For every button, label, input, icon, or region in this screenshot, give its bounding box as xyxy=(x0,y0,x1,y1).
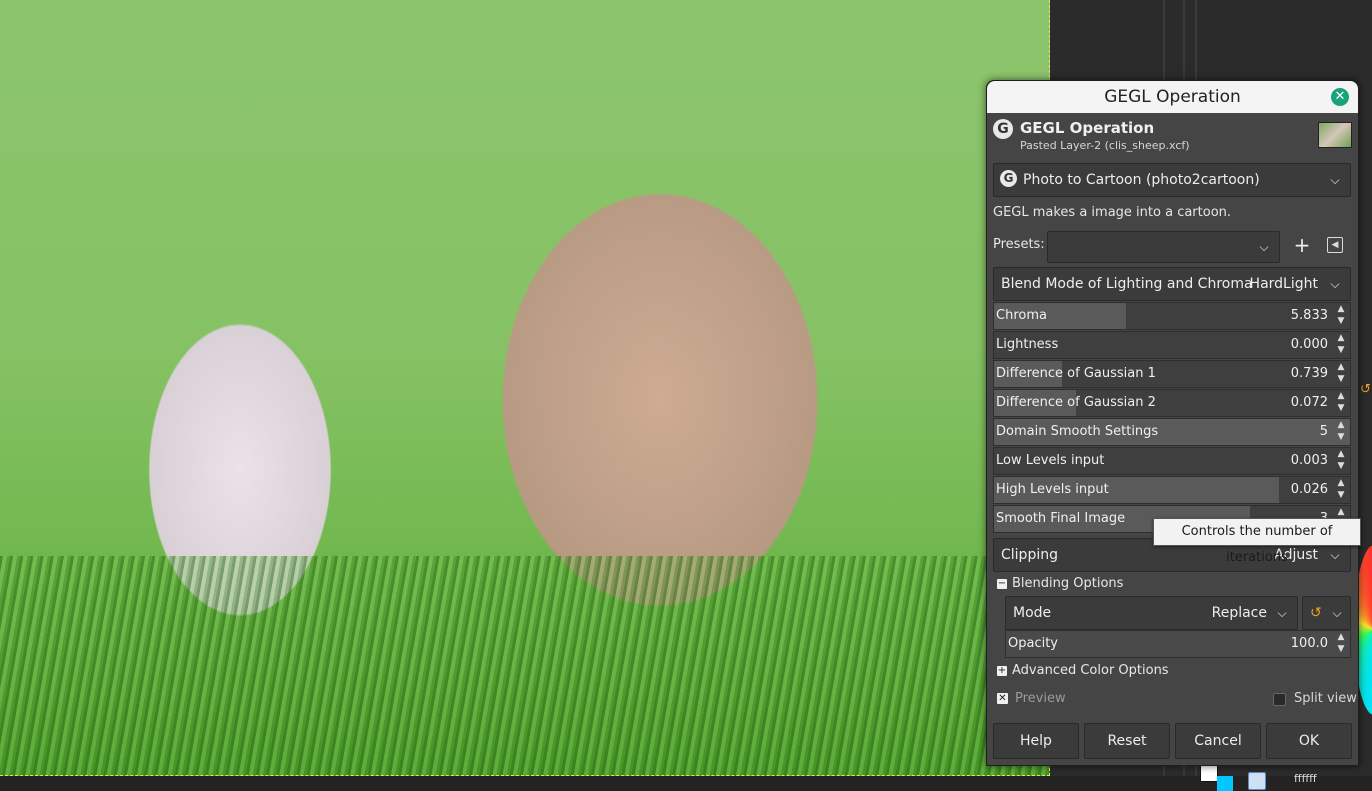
reset-icon[interactable]: ↺ xyxy=(1360,382,1371,397)
blend-mode-select[interactable]: Blend Mode of Lighting and Chroma HardLi… xyxy=(993,267,1351,301)
blending-options-expander[interactable]: Blending Options xyxy=(1012,576,1123,591)
presets-menu-icon[interactable]: ◀ xyxy=(1327,237,1343,253)
status-bar xyxy=(0,776,1372,791)
reset-button[interactable]: Reset xyxy=(1084,723,1170,759)
chevron-down-icon: ⌵ xyxy=(1332,606,1342,620)
expand-icon[interactable]: + xyxy=(997,666,1007,676)
reset-icon: ↺ xyxy=(1310,605,1322,621)
param-value[interactable]: 0.003 xyxy=(1291,453,1328,468)
chroma-spinscale[interactable]: Chroma 5.833 ▲ ▼ xyxy=(993,302,1351,330)
tooltip: Controls the number of iterations xyxy=(1153,518,1361,565)
low-levels-spinscale[interactable]: Low Levels input 0.003 ▲ ▼ xyxy=(993,447,1351,475)
domain-smooth-spinscale[interactable]: Domain Smooth Settings 5 ▲ ▼ xyxy=(993,418,1351,446)
param-label: High Levels input xyxy=(996,482,1109,497)
param-value[interactable]: 0.026 xyxy=(1291,482,1328,497)
chevron-down-icon: ⌵ xyxy=(1330,277,1340,291)
mode-select[interactable]: Mode Replace ⌵ xyxy=(1005,596,1298,630)
cancel-button[interactable]: Cancel xyxy=(1175,723,1261,759)
composite-mode-select[interactable]: ↺ ⌵ xyxy=(1302,596,1351,630)
foreground-color-swatch[interactable] xyxy=(1200,764,1218,782)
param-label: Domain Smooth Settings xyxy=(996,424,1159,439)
clipping-label: Clipping xyxy=(1001,547,1058,563)
preview-checkbox[interactable]: ✕ xyxy=(997,693,1008,704)
collapse-icon[interactable]: − xyxy=(997,579,1007,589)
gegl-logo-icon: G xyxy=(993,119,1013,139)
split-view-checkbox[interactable] xyxy=(1273,693,1286,706)
param-value[interactable]: 0.739 xyxy=(1291,366,1328,381)
spin-arrows-icon[interactable]: ▲▼ xyxy=(1334,631,1348,657)
operation-description: GEGL makes a image into a cartoon. xyxy=(993,205,1232,220)
blend-mode-label: Blend Mode of Lighting and Chroma xyxy=(1001,276,1253,292)
param-value[interactable]: 5.833 xyxy=(1291,308,1328,323)
chevron-down-icon: ⌵ xyxy=(1330,548,1340,562)
param-value[interactable]: 5 xyxy=(1320,424,1328,439)
mode-label: Mode xyxy=(1013,605,1052,621)
dog1-spinscale[interactable]: Difference of Gaussian 1 0.739 ▲ ▼ xyxy=(993,360,1351,388)
param-label: Smooth Final Image xyxy=(996,511,1126,526)
gegl-operation-dialog: GEGL Operation ✕ G GEGL Operation Pasted… xyxy=(986,80,1359,766)
ok-button[interactable]: OK xyxy=(1266,723,1352,759)
spin-arrows-icon[interactable]: ▲▼ xyxy=(1334,419,1348,445)
param-label: Difference of Gaussian 1 xyxy=(996,366,1156,381)
preview-label[interactable]: Preview xyxy=(1015,691,1066,706)
chevron-down-icon: ⌵ xyxy=(1277,606,1287,620)
opacity-spinscale[interactable]: Opacity 100.0 ▲ ▼ xyxy=(1005,630,1351,658)
background-color-swatch[interactable] xyxy=(1217,776,1233,791)
presets-select[interactable]: ⌵ xyxy=(1047,231,1280,263)
spin-arrows-icon[interactable]: ▲▼ xyxy=(1334,390,1348,416)
spin-arrows-icon[interactable]: ▲▼ xyxy=(1334,477,1348,503)
opacity-value[interactable]: 100.0 xyxy=(1291,636,1328,651)
spin-arrows-icon[interactable]: ▲▼ xyxy=(1334,303,1348,329)
presets-label: Presets: xyxy=(993,237,1045,252)
blend-mode-value: HardLight xyxy=(1249,276,1318,292)
spin-arrows-icon[interactable]: ▲▼ xyxy=(1334,361,1348,387)
dog2-spinscale[interactable]: Difference of Gaussian 2 0.072 ▲ ▼ xyxy=(993,389,1351,417)
param-label: Lightness xyxy=(996,337,1059,352)
dialog-header-title: GEGL Operation xyxy=(1020,119,1155,137)
hex-color-value[interactable]: ffffff xyxy=(1294,772,1317,785)
color-picker-icon[interactable] xyxy=(1248,772,1266,790)
param-label: Chroma xyxy=(996,308,1047,323)
lightness-spinscale[interactable]: Lightness 0.000 ▲ ▼ xyxy=(993,331,1351,359)
mode-value: Replace xyxy=(1211,605,1267,621)
split-view-label[interactable]: Split view xyxy=(1294,691,1357,706)
layer-thumbnail xyxy=(1318,122,1352,148)
dialog-titlebar[interactable]: GEGL Operation ✕ xyxy=(987,81,1358,113)
param-label: Low Levels input xyxy=(996,453,1105,468)
high-levels-spinscale[interactable]: High Levels input 0.026 ▲ ▼ xyxy=(993,476,1351,504)
advanced-color-options-expander[interactable]: Advanced Color Options xyxy=(1012,663,1169,678)
param-value[interactable]: 0.000 xyxy=(1291,337,1328,352)
spin-arrows-icon[interactable]: ▲▼ xyxy=(1334,448,1348,474)
plus-icon[interactable]: + xyxy=(1293,234,1311,256)
param-label: Difference of Gaussian 2 xyxy=(996,395,1156,410)
param-value[interactable]: 0.072 xyxy=(1291,395,1328,410)
operation-name: Photo to Cartoon (photo2cartoon) xyxy=(1023,172,1260,188)
dialog-header-subtitle: Pasted Layer-2 (clis_sheep.xcf) xyxy=(1020,139,1190,152)
chevron-down-icon: ⌵ xyxy=(1259,240,1269,254)
grass-area xyxy=(0,556,1050,776)
spin-arrows-icon[interactable]: ▲▼ xyxy=(1334,332,1348,358)
operation-select[interactable]: G Photo to Cartoon (photo2cartoon) ⌵ xyxy=(993,163,1351,197)
help-button[interactable]: Help xyxy=(993,723,1079,759)
close-icon[interactable]: ✕ xyxy=(1331,88,1349,106)
window-title: GEGL Operation xyxy=(1104,87,1241,107)
image-canvas[interactable] xyxy=(0,0,1050,776)
opacity-label: Opacity xyxy=(1008,636,1059,651)
gegl-logo-icon: G xyxy=(1000,170,1017,187)
chevron-down-icon: ⌵ xyxy=(1330,173,1340,187)
